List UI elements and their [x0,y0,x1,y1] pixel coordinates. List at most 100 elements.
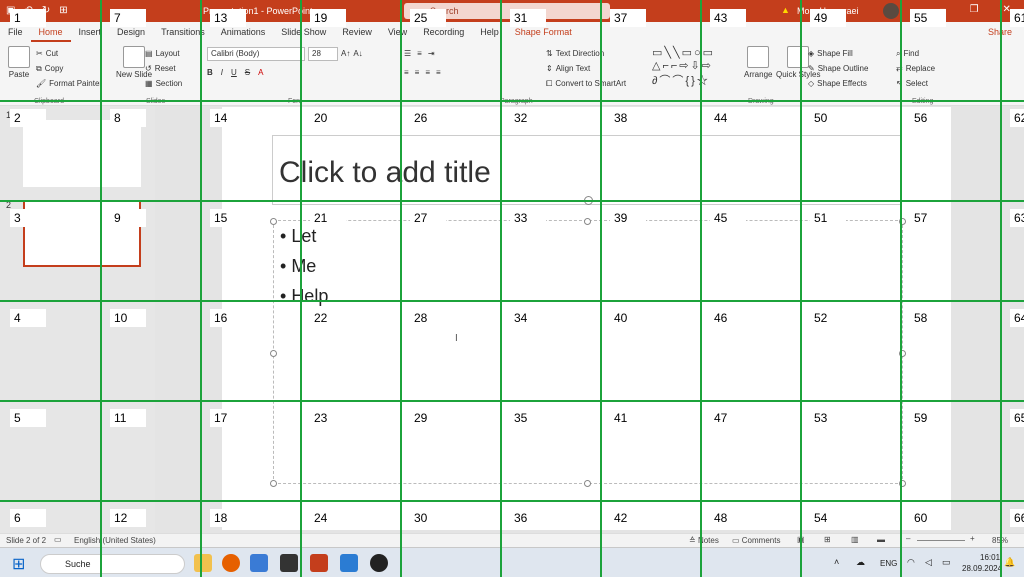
rotate-handle-icon[interactable] [584,196,593,205]
section-button[interactable]: ▦ Section [145,76,182,91]
slide-thumbnail-2[interactable] [23,200,141,267]
resize-handle[interactable] [584,218,591,225]
warning-icon[interactable]: ▲ [781,5,790,15]
align-text-button[interactable]: ⇕ Align Text [546,61,626,76]
italic-icon[interactable]: I [221,68,223,77]
shape-fill-button[interactable]: ◈ Shape Fill [808,46,868,61]
layout-button[interactable]: ▤ Layout [145,46,182,61]
slide-thumbnail-1[interactable] [23,120,141,187]
indent-icon[interactable]: ⇥ [428,49,435,58]
tab-help[interactable]: Help [472,22,507,42]
tab-file[interactable]: File [0,22,31,42]
copy-button[interactable]: ⧉ Copy [36,61,102,76]
replace-button[interactable]: ⇄ Replace [896,61,935,76]
github-icon[interactable] [370,554,388,572]
font-name-field[interactable]: Calibri (Body) [207,46,305,61]
maximize-icon[interactable]: ❐ [970,4,979,15]
tab-insert[interactable]: Insert [71,22,110,42]
battery-icon[interactable]: ▭ [942,557,951,568]
app-icon[interactable] [250,554,268,572]
shape-effects-button[interactable]: ◇ Shape Effects [808,76,868,91]
underline-icon[interactable]: U [231,68,237,77]
avatar[interactable] [883,3,899,19]
normal-view-icon[interactable]: ▣ [797,535,805,544]
notification-bell-icon[interactable]: 🔔 [1004,557,1015,568]
tab-animations[interactable]: Animations [213,22,274,42]
clock-date[interactable]: 28.09.2024 [962,564,1002,573]
undo-icon[interactable]: ↶ [24,5,32,16]
present-icon[interactable]: ⊞ [59,5,67,16]
find-button[interactable]: ⌕ Find [896,46,935,61]
select-button[interactable]: ↖ Select [896,76,935,91]
cut-button[interactable]: ✂ Cut [36,46,102,61]
bullets-icon[interactable]: ☰ [404,49,411,58]
redo-icon[interactable]: ↻ [42,5,50,16]
onedrive-icon[interactable]: ☁ [856,557,865,568]
zoom-in-icon[interactable]: + [970,534,975,543]
language-indicator[interactable]: English (United States) [74,536,156,545]
resize-handle[interactable] [270,218,277,225]
shrink-font-icon[interactable]: A↓ [353,49,362,58]
slideshow-view-icon[interactable]: ▬ [877,535,885,544]
font-color-icon[interactable]: A [258,68,263,77]
text-direction-button[interactable]: ⇅ Text Direction [546,46,626,61]
share-button[interactable]: Share [982,25,1018,39]
minimize-icon[interactable]: – [940,4,946,15]
search-box[interactable]: Search [404,3,610,19]
paste-button[interactable]: Paste [8,46,30,79]
tab-view[interactable]: View [380,22,415,42]
tab-transitions[interactable]: Transitions [153,22,213,42]
content-placeholder[interactable] [273,220,903,484]
spellcheck-icon[interactable]: ▭ [54,535,62,544]
resize-handle[interactable] [270,350,277,357]
strikethrough-icon[interactable]: S [245,68,250,77]
resize-handle[interactable] [899,480,906,487]
align-center-icon[interactable]: ≡ [415,68,420,77]
title-placeholder[interactable]: Click to add title [272,135,902,205]
volume-icon[interactable]: ◁ [925,557,932,568]
reading-view-icon[interactable]: ▥ [851,535,859,544]
resize-handle[interactable] [270,480,277,487]
font-size-field[interactable]: 28 [308,46,338,61]
align-left-icon[interactable]: ≡ [404,68,409,77]
bold-icon[interactable]: B [207,68,213,77]
zoom-slider[interactable] [917,540,965,541]
chevron-up-icon[interactable]: ˄ [834,557,839,567]
tab-home[interactable]: Home [30,22,71,42]
bullet-item[interactable]: • Let [280,226,316,247]
tab-slide-show[interactable]: Slide Show [273,22,334,42]
tab-shape-format[interactable]: Shape Format [507,22,580,42]
file-explorer-icon[interactable] [194,554,212,572]
clock-time[interactable]: 16:01 [980,553,1000,562]
wifi-icon[interactable]: ◠ [907,557,915,568]
zoom-out-icon[interactable]: – [906,534,910,543]
notes-button[interactable]: ≙ Notes [689,536,719,545]
bullet-item[interactable]: • Me [280,256,316,277]
shape-outline-button[interactable]: ✎ Shape Outline [808,61,868,76]
tab-recording[interactable]: Recording [415,22,472,42]
firefox-icon[interactable] [222,554,240,572]
notepad-icon[interactable] [340,554,358,572]
resize-handle[interactable] [584,480,591,487]
reset-button[interactable]: ↺ Reset [145,61,182,76]
shapes-gallery[interactable]: ▭╲╲▭○▭ △⌐⌐⇨⇩⇨ ∂⌒⌒{}☆ [652,46,715,88]
account-name[interactable]: Mo... Homaraei [797,6,859,16]
language-tray[interactable]: ENG [880,559,897,568]
close-icon[interactable]: ✕ [1003,4,1011,15]
windows-start-icon[interactable]: ⊞ [12,554,25,574]
tab-design[interactable]: Design [109,22,153,42]
numbering-icon[interactable]: ≡ [417,49,422,58]
tab-review[interactable]: Review [334,22,380,42]
comments-button[interactable]: ▭ Comments [732,536,780,545]
slide-sorter-icon[interactable]: ⊞ [824,535,831,544]
justify-icon[interactable]: ≡ [436,68,441,77]
align-right-icon[interactable]: ≡ [425,68,430,77]
powerpoint-icon[interactable] [310,554,328,572]
grow-font-icon[interactable]: A↑ [341,49,350,58]
resize-handle[interactable] [899,350,906,357]
resize-handle[interactable] [899,218,906,225]
save-icon[interactable]: ▣ [6,5,15,16]
zoom-level[interactable]: 85% [992,536,1008,545]
arrange-button[interactable]: Arrange [744,46,772,79]
terminal-icon[interactable] [280,554,298,572]
